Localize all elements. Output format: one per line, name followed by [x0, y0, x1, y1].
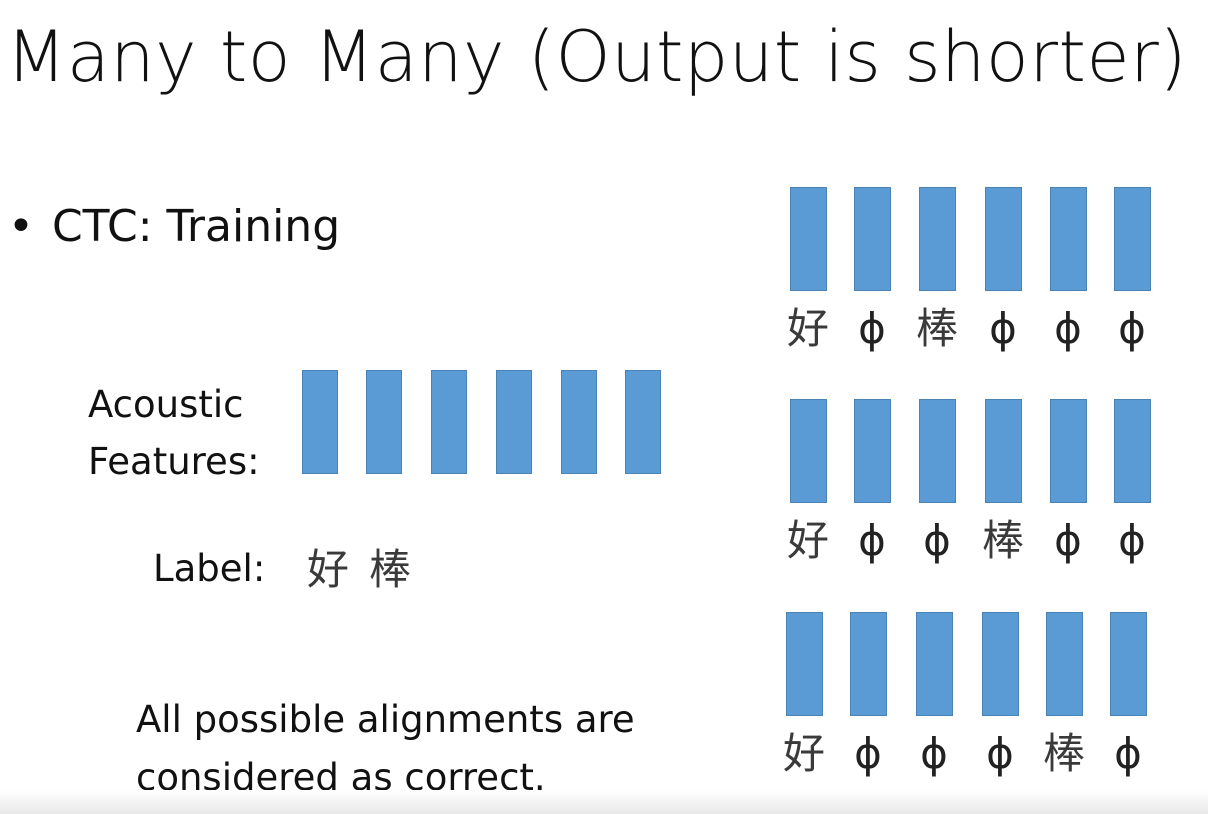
- bullet-dot: •: [8, 201, 34, 252]
- alignment-blank-token: ϕ: [1118, 516, 1146, 565]
- acoustic-frame-bar: [625, 370, 661, 474]
- alignment-blank-token: ϕ: [989, 304, 1017, 353]
- acoustic-label-line1: Acoustic: [88, 383, 244, 426]
- note-line1: All possible alignments are: [136, 698, 635, 741]
- bullet-text: CTC: Training: [51, 201, 341, 252]
- alignment-blank-token: ϕ: [1114, 729, 1142, 778]
- bullet-item: • CTC: Training: [8, 205, 340, 249]
- alignment-blank-token: ϕ: [923, 516, 951, 565]
- alignment-blank-token: ϕ: [920, 729, 948, 778]
- acoustic-features-label: Acoustic Features:: [88, 376, 260, 490]
- alignment-frame-bar: [1050, 187, 1087, 291]
- label-token: 棒: [369, 545, 416, 594]
- alignment-frame-bar: [854, 399, 891, 503]
- alignment-frame-bar: [1046, 612, 1083, 716]
- label-caption: Label:: [153, 547, 266, 590]
- alignment-blank-token: ϕ: [1054, 516, 1082, 565]
- alignment-char-token: 棒: [1042, 729, 1085, 778]
- acoustic-frame-bar: [561, 370, 597, 474]
- bottom-edge-shadow: [0, 790, 1208, 814]
- alignment-frame-bar: [919, 187, 956, 291]
- alignment-frame-bar: [1050, 399, 1087, 503]
- alignment-char-token: 棒: [915, 304, 958, 353]
- alignment-blank-token: ϕ: [986, 729, 1014, 778]
- alignment-frame-bar: [790, 399, 827, 503]
- alignment-frame-bar: [790, 187, 827, 291]
- slide-title: Many to Many (Output is shorter): [6, 16, 1188, 98]
- alignment-char-token: 好: [786, 304, 829, 353]
- alignment-blank-token: ϕ: [1118, 304, 1146, 353]
- alignment-blank-token: ϕ: [858, 516, 886, 565]
- alignment-frame-bar: [919, 399, 956, 503]
- acoustic-frame-bar: [366, 370, 402, 474]
- alignment-frame-bar: [1114, 399, 1151, 503]
- acoustic-frame-bar: [302, 370, 338, 474]
- acoustic-frame-bar: [431, 370, 467, 474]
- alignment-frame-bar: [850, 612, 887, 716]
- alignment-frame-bar: [985, 187, 1022, 291]
- alignment-frame-bar: [1110, 612, 1147, 716]
- slide: Many to Many (Output is shorter) • CTC: T…: [0, 0, 1208, 814]
- alignment-frame-bar: [985, 399, 1022, 503]
- alignment-blank-token: ϕ: [854, 729, 882, 778]
- alignment-char-token: 棒: [981, 516, 1024, 565]
- label-tokens: 好棒: [307, 549, 431, 591]
- acoustic-frame-bar: [496, 370, 532, 474]
- alignment-blank-token: ϕ: [858, 304, 886, 353]
- alignment-frame-bar: [854, 187, 891, 291]
- alignment-frame-bar: [916, 612, 953, 716]
- label-token: 好: [307, 545, 354, 594]
- alignment-frame-bar: [982, 612, 1019, 716]
- alignment-blank-token: ϕ: [1054, 304, 1082, 353]
- alignment-frame-bar: [1114, 187, 1151, 291]
- acoustic-label-line2: Features:: [88, 440, 260, 483]
- alignment-char-token: 好: [782, 729, 825, 778]
- alignment-char-token: 好: [786, 516, 829, 565]
- alignment-frame-bar: [786, 612, 823, 716]
